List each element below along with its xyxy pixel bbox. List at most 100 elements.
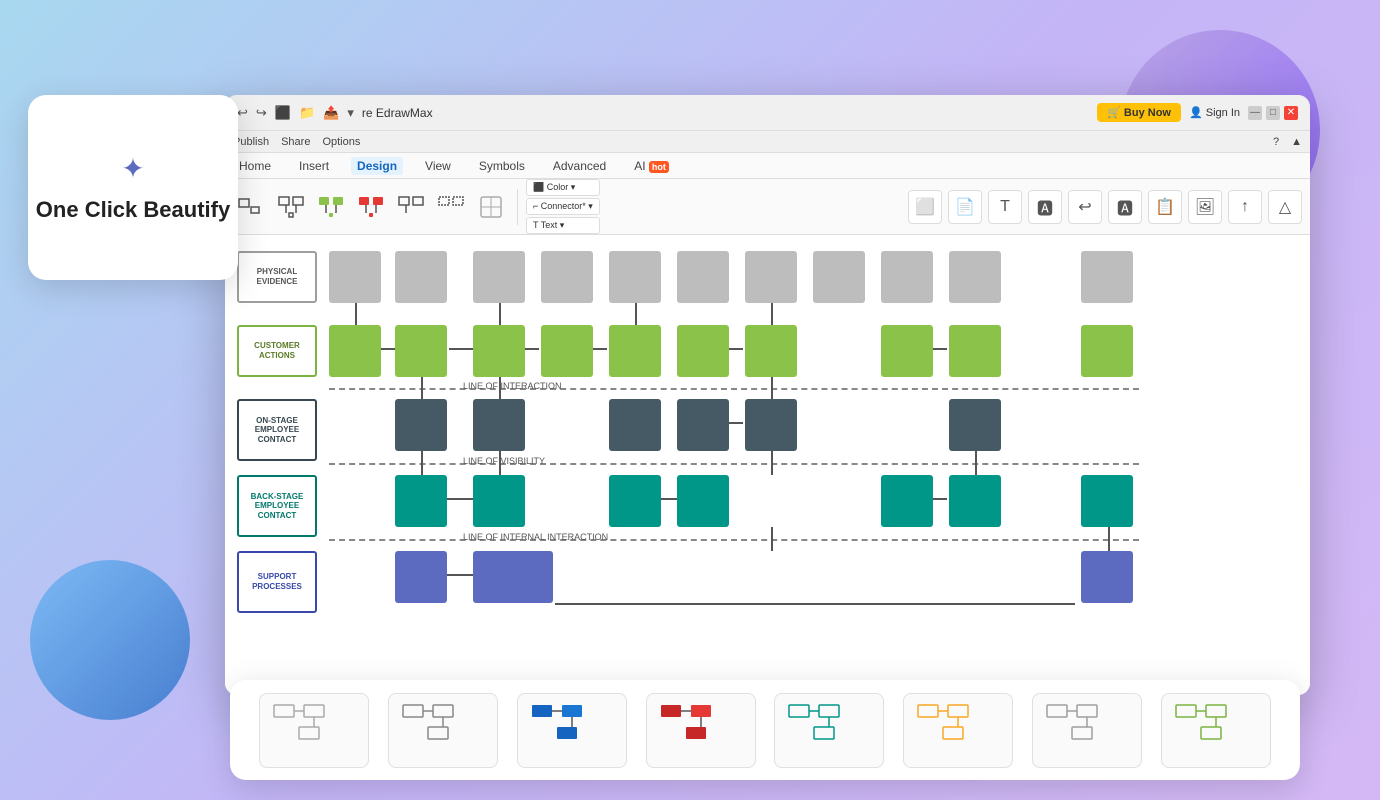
bs-box-7[interactable] (1081, 475, 1133, 527)
app-window: ↩ ↪ ⬛ 📁 📤 ▾ re EdrawMax 🛒 Buy Now 👤 Sign… (225, 95, 1310, 695)
pe-box-5[interactable] (609, 251, 661, 303)
pe-box-10[interactable] (949, 251, 1001, 303)
ribbon-shape-green[interactable] (313, 187, 349, 227)
ribbon-shape-6[interactable] (473, 187, 509, 227)
ca-box-9[interactable] (949, 325, 1001, 377)
ribbon-shape-5[interactable] (433, 187, 469, 227)
menu-advanced[interactable]: Advanced (547, 157, 612, 175)
menu-home[interactable]: Home (233, 157, 277, 175)
sp-box-2[interactable] (473, 551, 553, 603)
os-box-2[interactable] (473, 399, 525, 451)
canvas-area[interactable]: PHYSICALEVIDENCE CUSTOMERACTIONS (225, 235, 1310, 695)
template-outline-2[interactable] (388, 693, 498, 768)
vert-ca-os-2 (499, 377, 501, 399)
ribbon-shape-red[interactable] (353, 187, 389, 227)
ca-box-6[interactable] (677, 325, 729, 377)
pe-box-2[interactable] (395, 251, 447, 303)
pe-box-7[interactable] (745, 251, 797, 303)
ribbon-icon-10[interactable]: △ (1268, 190, 1302, 224)
help-btn[interactable]: ? (1273, 136, 1279, 148)
menu-ai[interactable]: AI hot (628, 157, 675, 175)
menu-view[interactable]: View (419, 157, 457, 175)
pe-box-6[interactable] (677, 251, 729, 303)
os-box-6[interactable] (949, 399, 1001, 451)
close-button[interactable]: ✕ (1284, 106, 1298, 120)
minimize-button[interactable]: — (1248, 106, 1262, 120)
ca-box-1[interactable] (329, 325, 381, 377)
bs-arrow-3 (933, 498, 947, 500)
ca-box-5[interactable] (609, 325, 661, 377)
vert-os-bs-4 (975, 451, 977, 475)
ribbon-shape-1[interactable] (233, 187, 269, 227)
pe-box-1[interactable] (329, 251, 381, 303)
os-box-1[interactable] (395, 399, 447, 451)
export-icon[interactable]: 📤 (323, 105, 339, 121)
bs-box-1[interactable] (395, 475, 447, 527)
template-yellow[interactable] (903, 693, 1013, 768)
share-btn[interactable]: Share (281, 136, 310, 148)
options-btn[interactable]: Options (322, 136, 360, 148)
menu-symbols[interactable]: Symbols (473, 157, 531, 175)
ca-box-3[interactable] (473, 325, 525, 377)
bs-box-6[interactable] (949, 475, 1001, 527)
ribbon-icon-5[interactable]: ↩ (1068, 190, 1102, 224)
decorative-blob-bottom-left (30, 560, 190, 720)
os-box-4[interactable] (677, 399, 729, 451)
os-arrow-1 (729, 422, 743, 424)
ribbon-shape-4[interactable] (393, 187, 429, 227)
bs-box-2[interactable] (473, 475, 525, 527)
redo-icon[interactable]: ↪ (256, 105, 267, 121)
color-dropdown[interactable]: ⬛ Color ▾ (526, 179, 600, 196)
ca-arrow-2 (449, 348, 473, 350)
text-dropdown[interactable]: T Text ▾ (526, 217, 600, 234)
undo-icon[interactable]: ↩ (237, 105, 248, 121)
pe-box-8[interactable] (813, 251, 865, 303)
bs-box-4[interactable] (677, 475, 729, 527)
publish-btn[interactable]: Publish (233, 136, 269, 148)
pe-box-11[interactable] (1081, 251, 1133, 303)
sp-box-1[interactable] (395, 551, 447, 603)
sign-in-button[interactable]: 👤 Sign In (1189, 106, 1240, 119)
template-basic[interactable] (259, 693, 369, 768)
ca-box-10[interactable] (1081, 325, 1133, 377)
connector-dropdown[interactable]: ⌐ Connector* ▾ (526, 198, 600, 215)
os-box-5[interactable] (745, 399, 797, 451)
ribbon-icon-2[interactable]: 📄 (948, 190, 982, 224)
ca-arrow-5 (729, 348, 743, 350)
bs-box-3[interactable] (609, 475, 661, 527)
pe-box-4[interactable] (541, 251, 593, 303)
ribbon-icon-9[interactable]: ↑ (1228, 190, 1262, 224)
ribbon-icon-6[interactable]: 🅰 (1108, 190, 1142, 224)
menu-design[interactable]: Design (351, 157, 403, 175)
maximize-button[interactable]: □ (1266, 106, 1280, 120)
bs-box-5[interactable] (881, 475, 933, 527)
template-red[interactable] (646, 693, 756, 768)
buy-now-button[interactable]: 🛒 Buy Now (1097, 103, 1181, 122)
template-teal[interactable] (774, 693, 884, 768)
pe-box-3[interactable] (473, 251, 525, 303)
ribbon-icon-1[interactable]: ⬜ (908, 190, 942, 224)
ca-box-7[interactable] (745, 325, 797, 377)
ribbon-icon-7[interactable]: 📋 (1148, 190, 1182, 224)
ca-box-2[interactable] (395, 325, 447, 377)
ribbon-icon-4[interactable]: 🅰 (1028, 190, 1062, 224)
menu-insert[interactable]: Insert (293, 157, 335, 175)
ai-badge: hot (649, 161, 669, 173)
sp-box-3[interactable] (1081, 551, 1133, 603)
save-icon[interactable]: ⬛ (275, 105, 291, 121)
collapse-btn[interactable]: ▲ (1291, 136, 1302, 148)
more-icon[interactable]: ▾ (347, 105, 354, 121)
ca-box-4[interactable] (541, 325, 593, 377)
pe-box-9[interactable] (881, 251, 933, 303)
ribbon-shape-2[interactable] (273, 187, 309, 227)
os-box-3[interactable] (609, 399, 661, 451)
vert-4 (771, 303, 773, 325)
vert-os-bs-3 (771, 451, 773, 475)
ca-box-8[interactable] (881, 325, 933, 377)
template-gray-outline[interactable] (1032, 693, 1142, 768)
template-green-outline[interactable] (1161, 693, 1271, 768)
open-icon[interactable]: 📁 (299, 105, 315, 121)
ribbon-icon-3[interactable]: T (988, 190, 1022, 224)
ribbon-icon-8[interactable]: 🖼 (1188, 190, 1222, 224)
template-blue[interactable] (517, 693, 627, 768)
